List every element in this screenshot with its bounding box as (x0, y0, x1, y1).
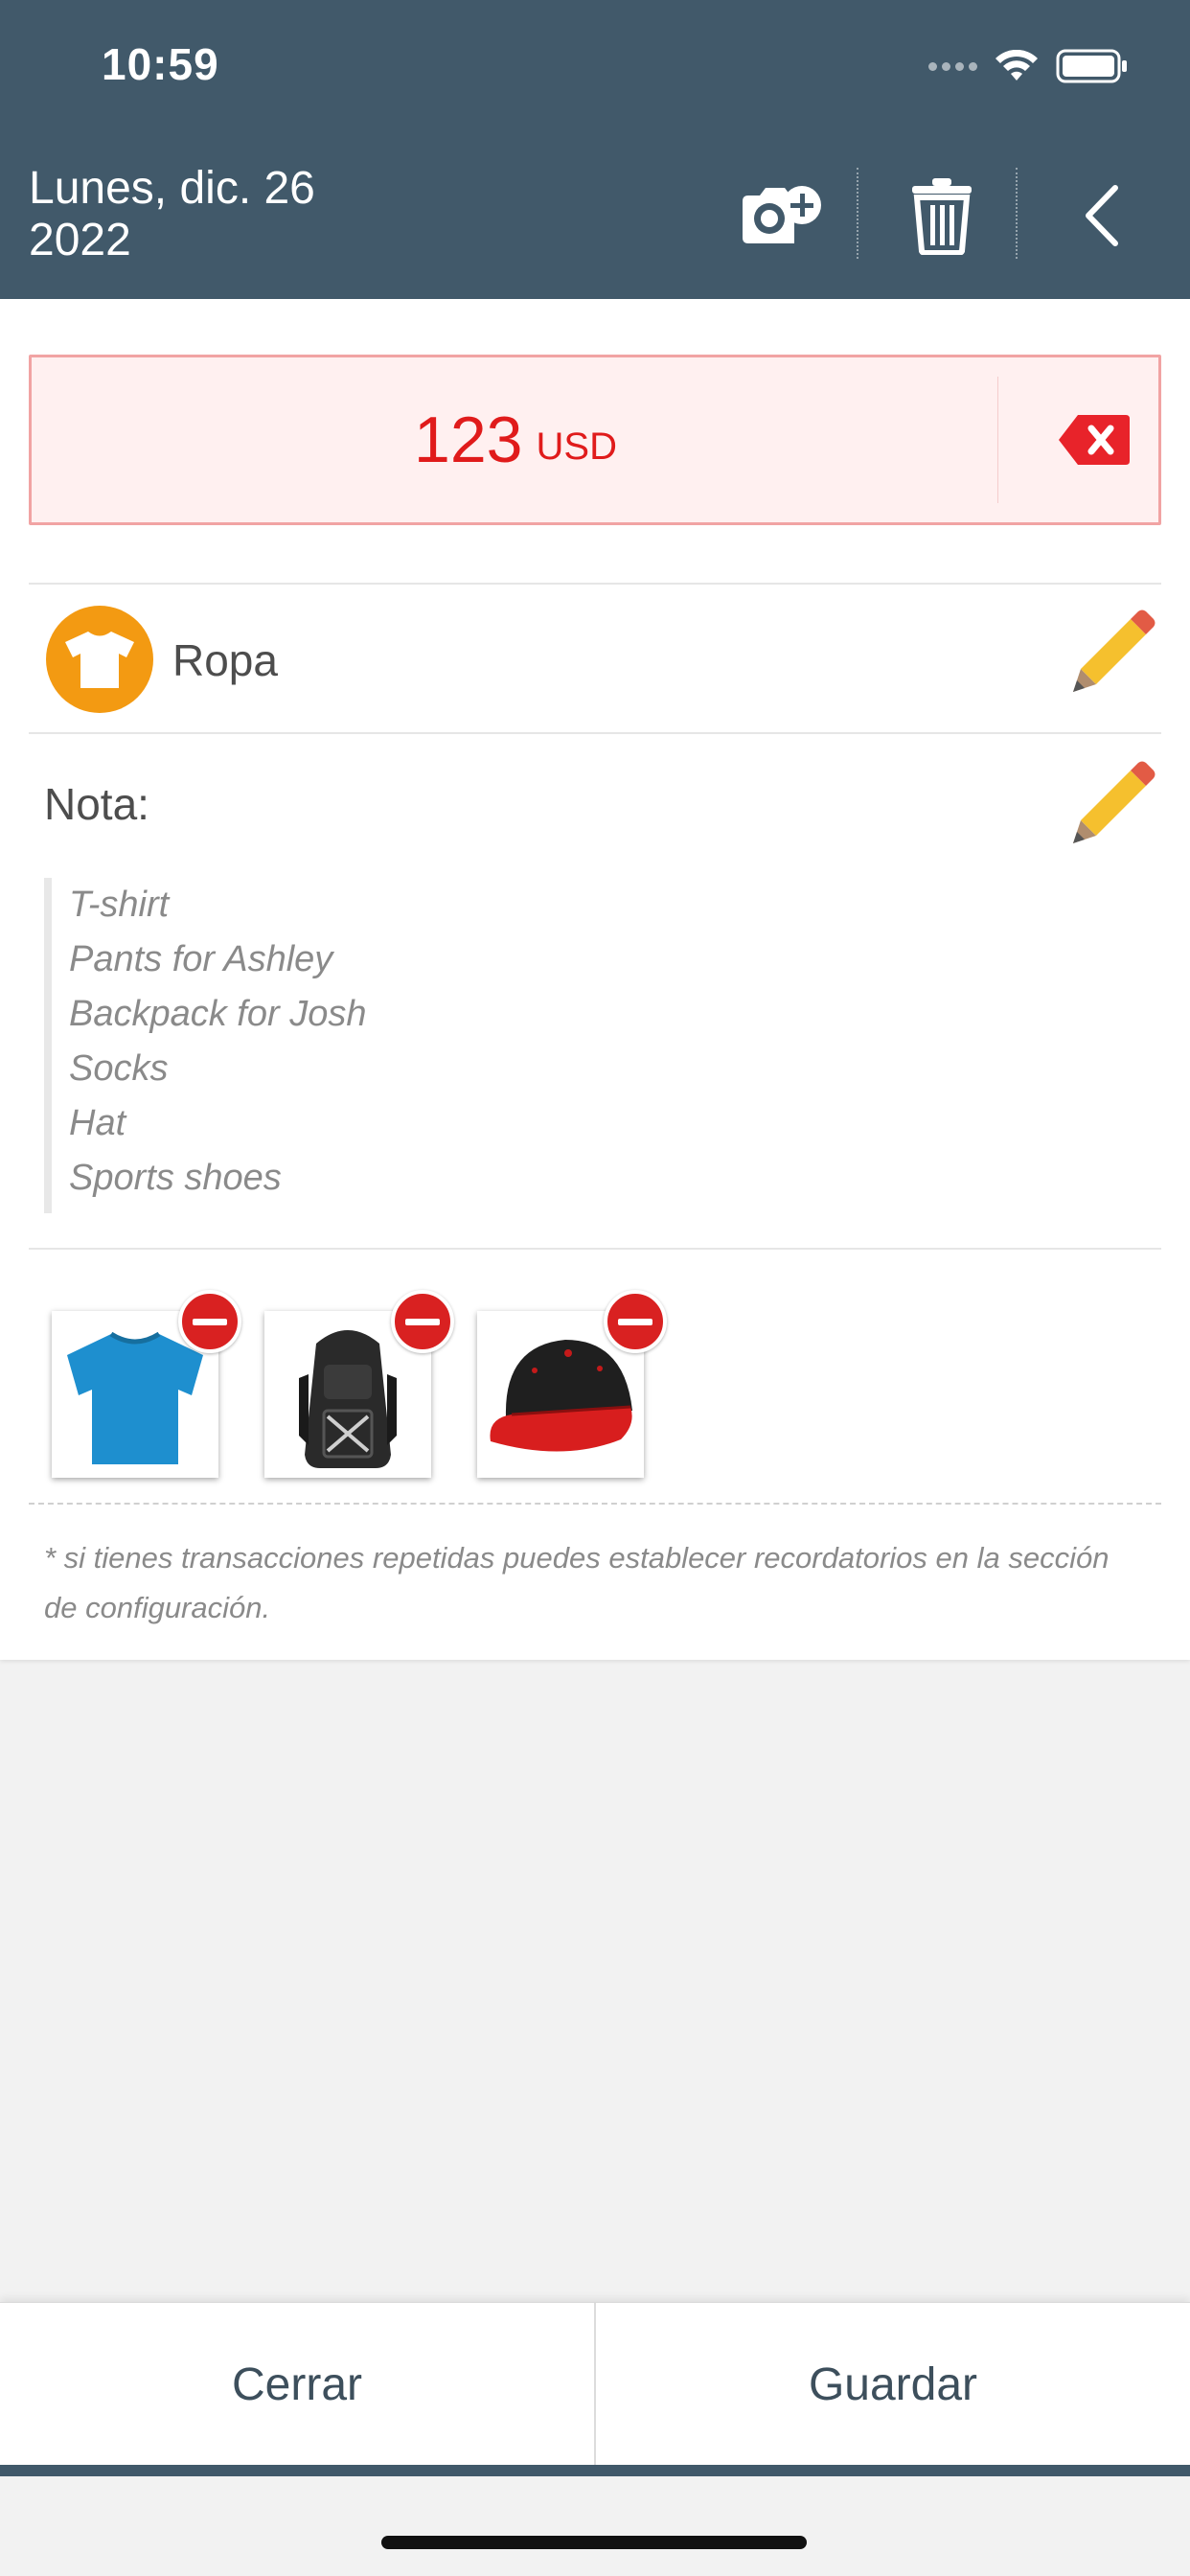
category-row[interactable]: Ropa (29, 586, 1161, 732)
top-header: 10:59 Lunes, dic. 26 2022 (0, 0, 1190, 299)
divider (29, 732, 1161, 734)
note-line: Socks (69, 1048, 169, 1089)
note-line: Pants for Ashley (69, 939, 333, 979)
note-line: T-shirt (69, 885, 170, 925)
category-badge (46, 606, 153, 713)
header-divider (857, 168, 858, 259)
amount-divider (997, 377, 998, 503)
wifi-icon (995, 50, 1038, 80)
reminder-hint: * si tienes transacciones repetidas pued… (44, 1541, 1110, 1624)
bottom-accent-strip (0, 2465, 1190, 2476)
close-button[interactable]: Cerrar (0, 2303, 594, 2466)
save-button[interactable]: Guardar (596, 2303, 1190, 2466)
remove-photo-button[interactable] (178, 1290, 241, 1353)
edit-category-button[interactable] (1064, 606, 1169, 711)
status-icons (928, 48, 1129, 84)
home-indicator[interactable] (381, 2536, 807, 2549)
transaction-date: Lunes, dic. 26 2022 (29, 163, 315, 266)
amount-display: 123 USD (32, 357, 999, 522)
bottom-action-bar: Cerrar Guardar (0, 2302, 1190, 2466)
date-line-1: Lunes, dic. 26 (29, 163, 315, 214)
pencil-icon (1073, 761, 1156, 843)
back-chevron-icon (1086, 185, 1118, 246)
delete-button[interactable] (889, 163, 995, 268)
home-area (0, 2476, 1190, 2576)
camera-add-icon (743, 186, 821, 243)
category-label: Ropa (172, 635, 278, 685)
amount-field[interactable]: 123 USD (29, 355, 1161, 525)
trash-icon (912, 178, 972, 255)
note-text: T-shirt Pants for Ashley Backpack for Jo… (44, 878, 1098, 1213)
status-time: 10:59 (102, 39, 219, 89)
remove-photo-button[interactable] (604, 1290, 667, 1353)
amount-currency: USD (536, 425, 617, 468)
divider (29, 583, 1161, 585)
divider (29, 1248, 1161, 1250)
note-line: Backpack for Josh (69, 994, 367, 1034)
note-line: Hat (69, 1103, 126, 1143)
clear-amount-button[interactable] (1028, 405, 1143, 474)
add-photo-button[interactable] (728, 163, 834, 268)
header-divider (1016, 168, 1018, 259)
pencil-icon (1073, 610, 1156, 692)
transaction-card: 123 USD Ropa Nota: T-shirt Pants for Ash… (0, 299, 1190, 1660)
signal-icon (928, 61, 977, 71)
edit-note-button[interactable] (1064, 757, 1169, 862)
note-label: Nota: (44, 779, 149, 829)
battery-icon (1056, 49, 1127, 83)
back-button[interactable] (1049, 163, 1155, 268)
remove-photo-button[interactable] (391, 1290, 454, 1353)
dashed-divider (29, 1503, 1161, 1505)
photo-attachments (52, 1290, 818, 1493)
backspace-icon (1059, 415, 1130, 465)
amount-value: 123 (414, 403, 523, 476)
date-line-2: 2022 (29, 215, 131, 265)
tshirt-icon (65, 632, 134, 688)
note-line: Sports shoes (69, 1158, 282, 1198)
